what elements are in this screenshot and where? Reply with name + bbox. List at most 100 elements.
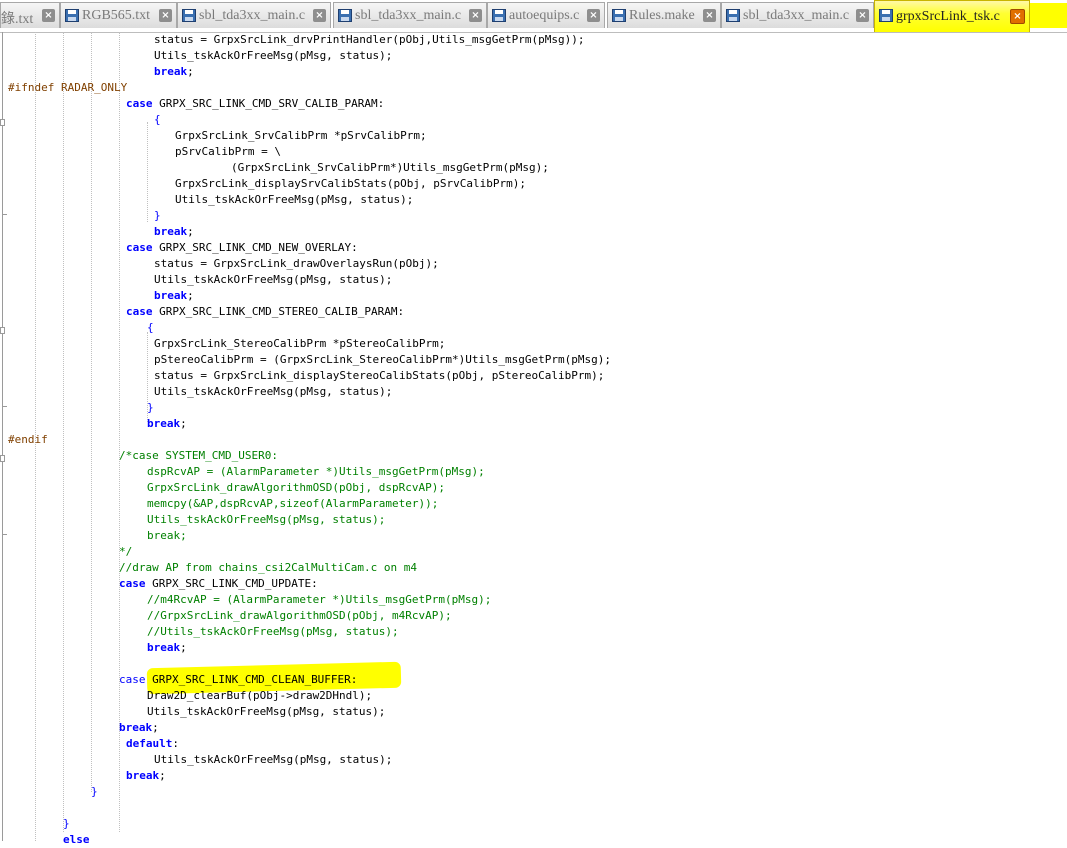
code-line: memcpy(&AP,dspRcvAP,sizeof(AlarmParamete… — [147, 496, 438, 512]
code-token: //draw AP from chains_csi2CalMultiCam.c … — [119, 561, 418, 574]
code-line: Utils_tskAckOrFreeMsg(pMsg, status); — [154, 752, 392, 768]
code-token: default — [126, 737, 173, 750]
code-token: ; — [180, 641, 187, 654]
code-line: } — [91, 784, 98, 800]
close-icon[interactable]: × — [1010, 9, 1025, 24]
code-token: else — [63, 833, 90, 846]
code-line: Utils_tskAckOrFreeMsg(pMsg, status); — [147, 704, 385, 720]
tab-5[interactable]: Rules.make × — [607, 2, 721, 28]
close-icon[interactable]: × — [42, 9, 55, 22]
tab-label: Rules.make — [629, 8, 695, 23]
fold-end-marker — [2, 214, 7, 215]
code-token: GRPX_SRC_LINK_CMD_SRV_CALIB_PARAM: — [152, 97, 385, 110]
code-line: dspRcvAP = (AlarmParameter *)Utils_msgGe… — [147, 464, 485, 480]
code-token: GRPX_SRC_LINK_CMD_STEREO_CALIB_PARAM: — [152, 305, 405, 318]
code-token: GRPX_SRC_LINK_CMD_CLEAN_BUFFER: — [145, 673, 358, 686]
code-line: case GRPX_SRC_LINK_CMD_STEREO_CALIB_PARA… — [126, 304, 404, 320]
code-token: break — [119, 721, 153, 734]
code-line: //Utils_tskAckOrFreeMsg(pMsg, status); — [147, 624, 399, 640]
code-token: (GrpxSrcLink_SrvCalibPrm*)Utils_msgGetPr… — [231, 161, 549, 174]
code-line: GrpxSrcLink_SrvCalibPrm *pSrvCalibPrm; — [175, 128, 427, 144]
code-line: case GRPX_SRC_LINK_CMD_SRV_CALIB_PARAM: — [126, 96, 384, 112]
code-token: GRPX_SRC_LINK_CMD_NEW_OVERLAY: — [152, 241, 358, 254]
code-token: Utils_tskAckOrFreeMsg(pMsg, status); — [175, 193, 414, 206]
tab-4[interactable]: autoequips.c × — [487, 2, 605, 28]
tab-3[interactable]: sbl_tda3xx_main.c × — [333, 2, 487, 28]
code-token: : — [172, 737, 179, 750]
code-token: GRPX_SRC_LINK_CMD_UPDATE: — [145, 577, 318, 590]
floppy-disk-icon — [726, 9, 740, 22]
tab-1[interactable]: RGB565.txt × — [60, 2, 177, 28]
code-token: } — [63, 817, 70, 830]
code-line: Utils_tskAckOrFreeMsg(pMsg, status); — [175, 192, 413, 208]
floppy-disk-icon — [182, 9, 196, 22]
code-line: case GRPX_SRC_LINK_CMD_UPDATE: — [119, 576, 318, 592]
code-token: //m4RcvAP = (AlarmParameter *)Utils_msgG… — [147, 593, 492, 606]
tab-bar: 錄.txt × RGB565.txt × sbl_tda3xx_main.c × sbl_t… — [0, 0, 1067, 33]
code-line: break; — [119, 720, 159, 736]
fold-end-marker — [2, 406, 7, 407]
tab-label: autoequips.c — [509, 8, 580, 23]
code-token: ; — [187, 289, 194, 302]
code-token: GrpxSrcLink_displaySrvCalibStats(pObj, p… — [175, 177, 526, 190]
code-editor[interactable]: status = GrpxSrcLink_drvPrintHandler(pOb… — [0, 32, 1067, 846]
floppy-disk-icon — [65, 9, 79, 22]
code-line: case GRPX_SRC_LINK_CMD_NEW_OVERLAY: — [126, 240, 358, 256]
code-line: pStereoCalibPrm = (GrpxSrcLink_StereoCal… — [154, 352, 611, 368]
code-token: pStereoCalibPrm = (GrpxSrcLink_StereoCal… — [154, 353, 611, 366]
code-token: pSrvCalibPrm = \ — [175, 145, 281, 158]
close-icon[interactable]: × — [159, 9, 172, 22]
code-token: status = GrpxSrcLink_drawOverlaysRun(pOb… — [154, 257, 439, 270]
code-token: Utils_tskAckOrFreeMsg(pMsg, status); — [154, 273, 393, 286]
code-token: } — [154, 209, 161, 222]
code-token: status = GrpxSrcLink_drvPrintHandler(pOb… — [154, 33, 585, 46]
code-token: Utils_tskAckOrFreeMsg(pMsg, status); — [154, 49, 393, 62]
code-area[interactable]: status = GrpxSrcLink_drvPrintHandler(pOb… — [0, 32, 1067, 846]
code-line: case GRPX_SRC_LINK_CMD_CLEAN_BUFFER: — [119, 672, 357, 688]
code-token: break — [147, 417, 181, 430]
code-token: Utils_tskAckOrFreeMsg(pMsg, status); — [154, 385, 393, 398]
code-token: case — [126, 305, 153, 318]
code-line: pSrvCalibPrm = \ — [175, 144, 281, 160]
code-line: break; — [154, 288, 194, 304]
tab-label: sbl_tda3xx_main.c — [355, 8, 462, 23]
code-token: ; — [180, 417, 187, 430]
close-icon[interactable]: × — [587, 9, 600, 22]
code-line: Utils_tskAckOrFreeMsg(pMsg, status); — [154, 48, 392, 64]
code-token: ; — [187, 65, 194, 78]
tab-label: sbl_tda3xx_main.c — [743, 8, 850, 23]
code-token: //GrpxSrcLink_drawAlgorithmOSD(pObj, m4R… — [147, 609, 452, 622]
code-line: } — [63, 816, 70, 832]
fold-toggle-icon[interactable] — [0, 327, 5, 334]
close-icon[interactable]: × — [313, 9, 326, 22]
code-line: { — [154, 112, 161, 128]
fold-toggle-icon[interactable] — [0, 119, 5, 126]
fold-end-marker — [2, 534, 7, 535]
code-line: #endif — [8, 432, 48, 448]
code-token: GrpxSrcLink_drawAlgorithmOSD(pObj, dspRc… — [147, 481, 446, 494]
code-token: #ifndef RADAR_ONLY — [8, 81, 128, 94]
close-icon[interactable]: × — [703, 9, 716, 22]
code-token: { — [147, 321, 154, 334]
tab-0[interactable]: 錄.txt × — [0, 2, 60, 28]
code-line: default: — [126, 736, 179, 752]
close-icon[interactable]: × — [469, 9, 482, 22]
code-token: } — [91, 785, 98, 798]
code-line: Utils_tskAckOrFreeMsg(pMsg, status); — [154, 384, 392, 400]
tab-7[interactable]: grpxSrcLink_tsk.c × — [874, 0, 1030, 32]
code-token: break — [154, 65, 188, 78]
code-token: } — [147, 401, 154, 414]
code-line: /*case SYSTEM_CMD_USER0: — [119, 448, 278, 464]
fold-toggle-icon[interactable] — [0, 455, 5, 462]
tab-2[interactable]: sbl_tda3xx_main.c × — [177, 2, 331, 28]
tab-label: sbl_tda3xx_main.c — [199, 8, 306, 23]
code-token: case — [126, 241, 153, 254]
code-token: #endif — [8, 433, 48, 446]
close-icon[interactable]: × — [856, 9, 869, 22]
code-line: else — [63, 832, 90, 848]
code-line: break; — [147, 528, 187, 544]
tab-6[interactable]: sbl_tda3xx_main.c × — [721, 2, 874, 28]
code-line: break; — [154, 64, 194, 80]
code-token: //Utils_tskAckOrFreeMsg(pMsg, status); — [147, 625, 399, 638]
code-line: break; — [147, 640, 187, 656]
